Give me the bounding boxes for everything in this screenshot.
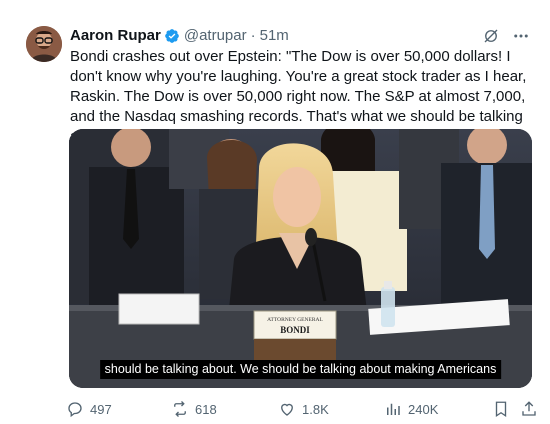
repost-button[interactable]: 618 <box>171 400 217 418</box>
reply-button[interactable]: 497 <box>66 400 112 418</box>
reply-count: 497 <box>90 401 112 417</box>
repost-count: 618 <box>195 401 217 417</box>
video-player[interactable]: ATTORNEY GENERAL BONDI should be talking… <box>69 129 532 388</box>
views-button[interactable]: 240K <box>384 400 438 418</box>
avatar[interactable] <box>26 26 62 62</box>
nameplate-name: BONDI <box>280 325 310 335</box>
video-caption: should be talking about. We should be ta… <box>99 360 502 379</box>
header-actions <box>482 26 530 46</box>
tweet-header: Aaron Rupar @atrupar · 51m <box>70 26 289 46</box>
repost-icon <box>174 401 186 417</box>
timestamp[interactable]: 51m <box>260 26 289 46</box>
action-bar: 497 618 1.8K 240K <box>66 399 536 419</box>
share-button[interactable] <box>520 400 538 418</box>
bookmark-icon <box>495 401 507 418</box>
verified-badge-icon <box>164 28 180 44</box>
share-icon <box>522 401 536 416</box>
like-button[interactable]: 1.8K <box>278 400 329 418</box>
like-count: 1.8K <box>302 401 329 417</box>
reply-icon <box>68 402 82 418</box>
heart-icon <box>281 403 293 416</box>
video-frame: ATTORNEY GENERAL BONDI <box>69 129 532 388</box>
bookmark-button[interactable] <box>492 400 510 418</box>
tweet-card[interactable]: Aaron Rupar @atrupar · 51m Bondi crashes <box>0 0 550 424</box>
separator: · <box>250 27 256 44</box>
views-chart-icon <box>387 403 400 415</box>
handle[interactable]: @atrupar <box>184 26 247 46</box>
grok-icon[interactable] <box>482 27 500 45</box>
more-options-icon[interactable] <box>512 27 530 45</box>
nameplate-title: ATTORNEY GENERAL <box>267 317 323 323</box>
display-name[interactable]: Aaron Rupar <box>70 26 161 46</box>
views-count: 240K <box>408 401 439 417</box>
